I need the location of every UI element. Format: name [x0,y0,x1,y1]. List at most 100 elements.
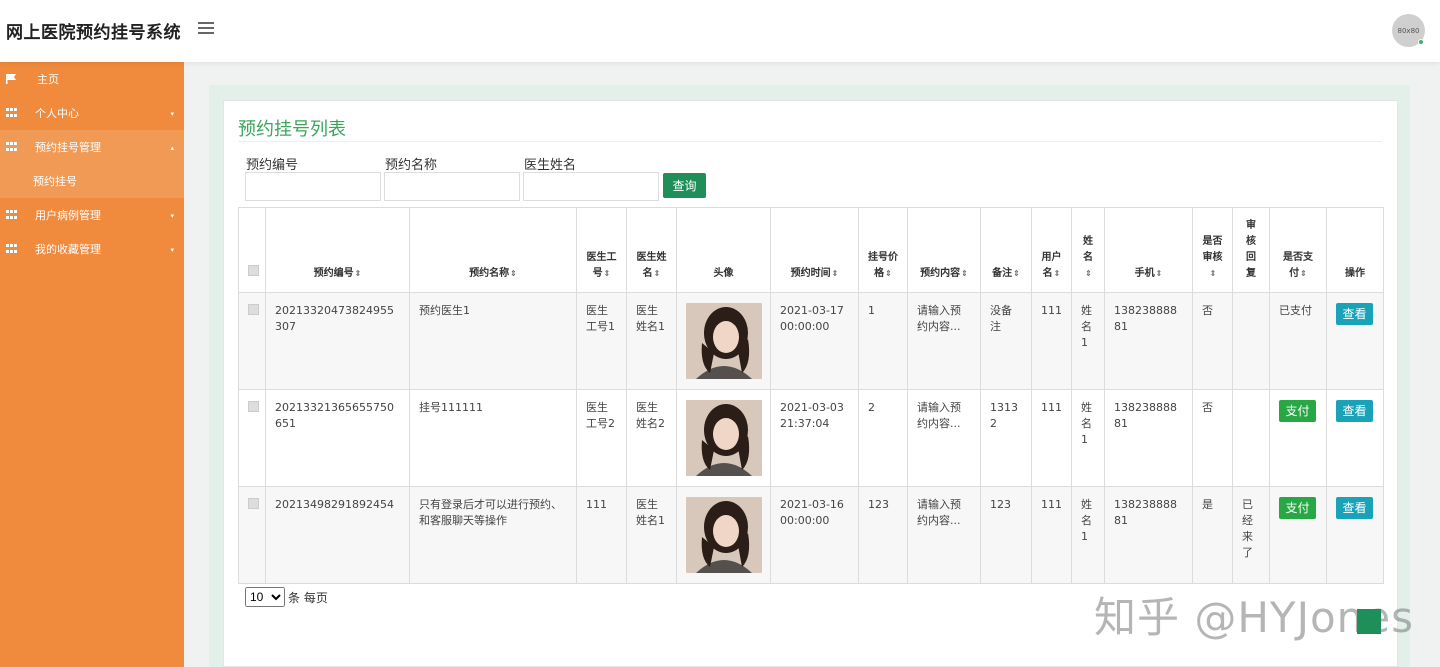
pay-button[interactable]: 支付 [1279,497,1316,519]
page-size-label: 条 每页 [288,590,328,605]
filter-number-input[interactable] [245,172,381,201]
cell-content: 请输入预约内容... [907,389,981,487]
col-header[interactable]: 用户名⇕ [1031,207,1072,293]
row-checkbox-cell[interactable] [238,389,266,487]
filter-name-input[interactable] [384,172,520,201]
sidebar-item-personal-center[interactable]: 个人中心 ▾ [0,96,184,130]
table-row: 20213321365655750651 挂号111111 医生工号2 医生姓名… [238,389,1384,487]
cell-reply [1232,389,1270,487]
col-header[interactable]: 预约内容⇕ [907,207,981,293]
cell-paid: 已支付 [1269,292,1327,390]
caret-down-icon: ▾ [170,246,174,254]
sidebar-item-case-management[interactable]: 用户病例管理 ▾ [0,198,184,232]
sidebar: 主页 个人中心 ▾ 预约挂号管理 ▴ 预约挂号 用户病例管理 ▾ 我的收藏管理 … [0,62,184,667]
cell-avatar [676,292,771,390]
sidebar-item-home[interactable]: 主页 [0,62,184,96]
sidebar-item-label: 个人中心 [35,107,79,120]
sort-icon: ⇕ [1053,269,1061,278]
cell-remark: 没备注 [980,292,1032,390]
cell-actions: 查看 [1326,486,1384,584]
sort-icon: ⇕ [603,269,611,278]
cell-price: 2 [858,389,908,487]
pay-button[interactable]: 支付 [1279,400,1316,422]
cell-number: 20213321365655750651 [265,389,410,487]
page-size-select[interactable]: 10 [245,587,285,607]
cell-username: 111 [1031,389,1072,487]
col-header: 头像 [676,207,771,293]
cell-reply [1232,292,1270,390]
cell-time: 2021-03-16 00:00:00 [770,486,859,584]
divider [238,141,1382,142]
col-header[interactable]: 手机⇕ [1104,207,1193,293]
cell-phone: 13823888881 [1104,486,1193,584]
col-header[interactable]: 备注⇕ [980,207,1032,293]
checkbox[interactable] [248,304,259,315]
sort-icon: ⇕ [961,269,968,278]
grid-icon [6,108,17,118]
sort-icon: ⇕ [1300,269,1307,278]
view-button[interactable]: 查看 [1336,497,1373,519]
cell-phone: 13823888881 [1104,389,1193,487]
sidebar-subitem-appointment[interactable]: 预约挂号 [0,164,184,198]
grid-icon [6,244,17,254]
view-button[interactable]: 查看 [1336,400,1373,422]
cell-phone: 13823888881 [1104,292,1193,390]
app-title: 网上医院预约挂号系统 [6,23,181,43]
col-header[interactable]: 医生工号⇕ [576,207,627,293]
filter-label-name: 预约名称 [385,158,438,173]
sort-icon: ⇕ [885,269,892,278]
cell-price: 123 [858,486,908,584]
col-header[interactable]: 是否审核⇕ [1192,207,1233,293]
cell-doctor-id: 医生工号2 [576,389,627,487]
sort-icon: ⇕ [510,269,517,278]
sidebar-item-favorites-management[interactable]: 我的收藏管理 ▾ [0,232,184,266]
col-header[interactable]: 挂号价格⇕ [858,207,908,293]
cell-doctor-id: 医生工号1 [576,292,627,390]
sort-icon: ⇕ [1085,269,1092,278]
cell-avatar [676,486,771,584]
checkbox[interactable] [248,401,259,412]
sort-icon: ⇕ [831,269,839,278]
cell-doctor-id: 111 [576,486,627,584]
filter-doctor-input[interactable] [523,172,659,201]
col-header[interactable]: 医生姓名⇕ [626,207,677,293]
filter-label-number: 预约编号 [246,158,299,173]
online-status-dot [1418,39,1424,45]
col-header: 审核回复 [1232,207,1270,293]
caret-up-icon: ▴ [170,144,174,152]
checkbox[interactable] [248,498,259,509]
checkbox[interactable] [248,265,259,276]
table-header-row: 预约编号⇕ 预约名称⇕ 医生工号⇕ 医生姓名⇕ 头像 预约时间⇕ 挂号价格⇕ 预… [238,207,1384,293]
top-header: 网上医院预约挂号系统 80x80 [0,0,1440,62]
row-checkbox-cell[interactable] [238,292,266,390]
sidebar-item-label: 我的收藏管理 [35,243,101,256]
sidebar-item-label: 用户病例管理 [35,209,101,222]
view-button[interactable]: 查看 [1336,303,1373,325]
col-header[interactable]: 预约时间⇕ [770,207,859,293]
cell-number: 20213498291892454 [265,486,410,584]
cell-time: 2021-03-17 00:00:00 [770,292,859,390]
cell-actions: 查看 [1326,389,1384,487]
chat-float-button[interactable] [1357,609,1381,634]
cell-real-name: 姓名1 [1071,292,1105,390]
cell-doctor-name: 医生姓名2 [626,389,677,487]
avatar-photo [686,497,762,573]
cell-real-name: 姓名1 [1071,389,1105,487]
caret-down-icon: ▾ [170,212,174,220]
sidebar-item-appointment-management[interactable]: 预约挂号管理 ▴ [0,130,184,164]
col-header[interactable]: 预约名称⇕ [409,207,577,293]
cell-price: 1 [858,292,908,390]
cell-audited: 否 [1192,292,1233,390]
cell-paid: 支付 [1269,486,1327,584]
menu-toggle-icon[interactable] [198,22,214,36]
select-all-checkbox-cell[interactable] [238,207,266,293]
col-header[interactable]: 是否支付⇕ [1269,207,1327,293]
flag-icon [6,74,16,84]
cell-name: 预约医生1 [409,292,577,390]
col-header[interactable]: 预约编号⇕ [265,207,410,293]
row-checkbox-cell[interactable] [238,486,266,584]
query-button[interactable]: 查询 [663,173,706,198]
col-header[interactable]: 姓名⇕ [1071,207,1105,293]
page-title: 预约挂号列表 [238,119,346,140]
cell-remark: 13132 [980,389,1032,487]
